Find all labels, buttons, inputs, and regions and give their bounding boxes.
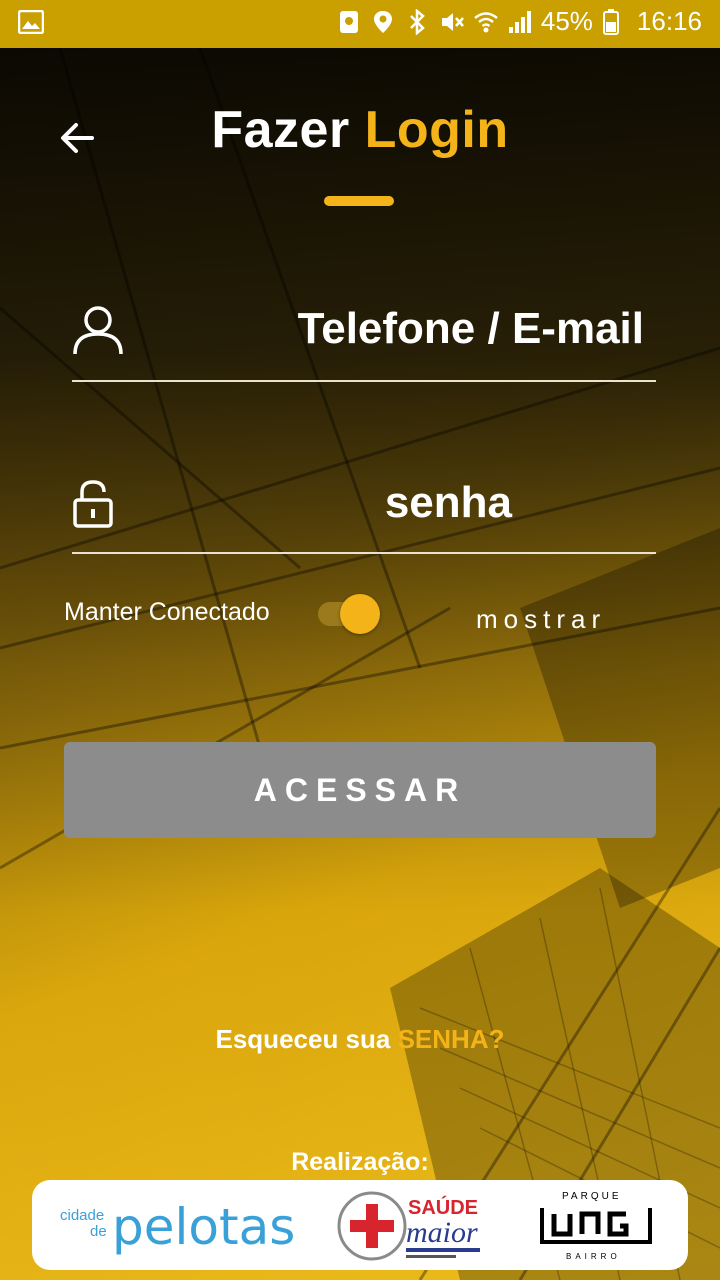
toggle-thumb bbox=[340, 594, 380, 634]
keep-connected-toggle[interactable] bbox=[316, 594, 382, 634]
svg-text:de: de bbox=[90, 1223, 107, 1240]
sponsors-panel: cidade de pelotas SAÚDE maior PARQUE BAI… bbox=[32, 1180, 688, 1270]
battery-icon bbox=[602, 8, 627, 35]
realizacao-label: Realização: bbox=[291, 1148, 429, 1176]
svg-text:maior: maior bbox=[406, 1216, 478, 1249]
mute-icon bbox=[439, 9, 464, 35]
wifi-icon bbox=[473, 9, 498, 35]
saude-maior-logo: SAÚDE maior bbox=[336, 1186, 486, 1266]
svg-text:PARQUE: PARQUE bbox=[562, 1191, 622, 1202]
title-underline bbox=[324, 196, 394, 206]
padlock-icon bbox=[72, 480, 114, 533]
password-field-value: senha bbox=[384, 478, 512, 527]
user-icon bbox=[72, 304, 124, 361]
forgot-part-1: Esqueceu sua bbox=[215, 1024, 398, 1054]
keep-connected-label: Manter Conectado bbox=[64, 598, 270, 626]
forgot-part-2: SENHA? bbox=[397, 1024, 505, 1054]
svg-text:pelotas: pelotas bbox=[112, 1198, 295, 1256]
title-part-1: Fazer bbox=[211, 101, 365, 159]
user-field-value: Telefone / E-mail bbox=[297, 304, 644, 353]
title-part-2: Login bbox=[364, 101, 509, 159]
pelotas-logo: cidade de pelotas bbox=[58, 1188, 308, 1264]
signal-icon bbox=[507, 9, 531, 35]
clock: 16:16 bbox=[636, 6, 702, 36]
background-image bbox=[0, 48, 720, 1280]
location-icon bbox=[371, 9, 395, 35]
status-bar: 45% 16:16 bbox=[0, 0, 720, 48]
user-field[interactable]: Telefone / E-mail bbox=[72, 300, 656, 382]
parque-ung-logo: PARQUE BAIRRO bbox=[532, 1186, 662, 1266]
battery-percent: 45% bbox=[540, 6, 593, 36]
svg-text:cidade: cidade bbox=[60, 1207, 104, 1224]
page-title: Fazer Login bbox=[0, 100, 720, 160]
password-field[interactable]: senha bbox=[72, 472, 656, 554]
phone-locator-icon bbox=[337, 9, 361, 35]
forgot-password-link[interactable]: Esqueceu sua SENHA? bbox=[0, 1024, 720, 1055]
login-button[interactable]: ACESSAR bbox=[64, 742, 656, 838]
svg-text:BAIRRO: BAIRRO bbox=[566, 1252, 621, 1261]
show-password-button[interactable]: mostrar bbox=[476, 604, 606, 635]
image-icon bbox=[17, 9, 45, 41]
bluetooth-icon bbox=[405, 7, 429, 36]
